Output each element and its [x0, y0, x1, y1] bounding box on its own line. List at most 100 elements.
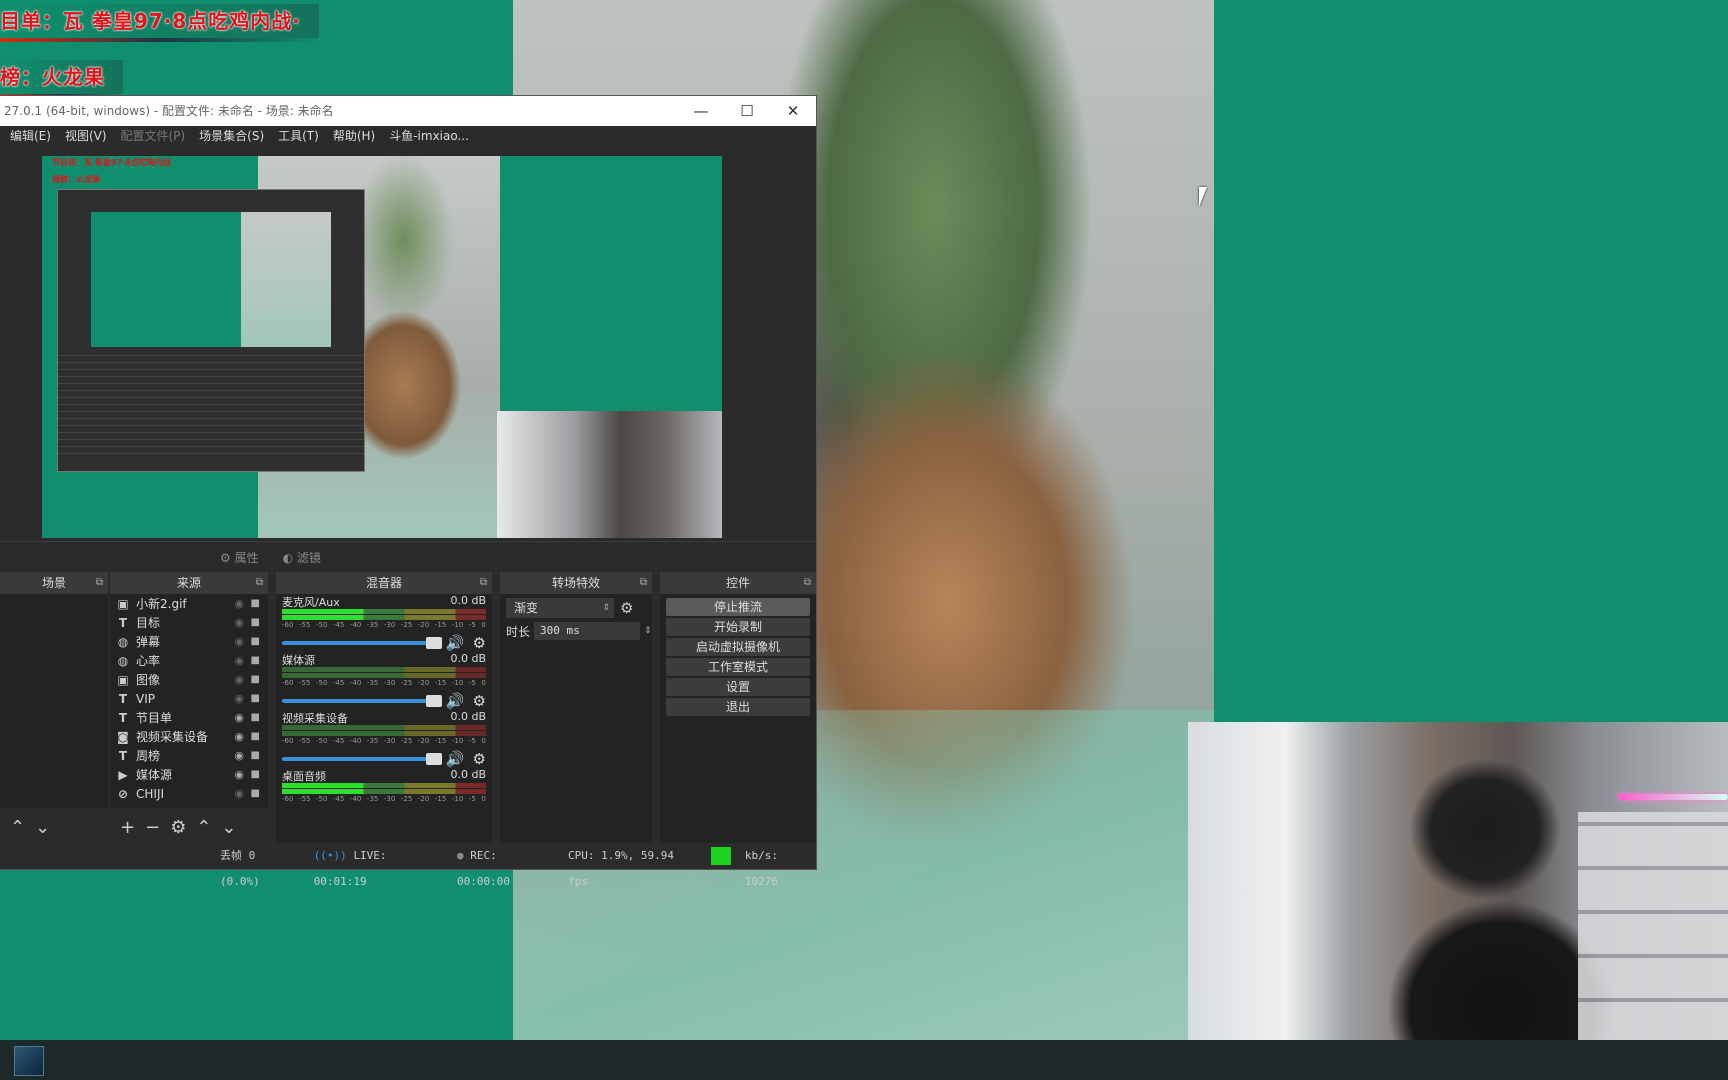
eye-off-icon[interactable]: ◉ [234, 692, 244, 705]
preview-area[interactable]: 节目单：瓦 拳皇97·8点吃鸡内战 周榜：火龙果 [0, 146, 816, 541]
lock-icon[interactable]: ■ [251, 769, 260, 780]
transition-select[interactable]: 渐变 ⇕ [506, 598, 614, 618]
transitions-title: 转场特效 [551, 576, 600, 590]
menu-help[interactable]: 帮助(H) [333, 126, 375, 146]
lock-icon[interactable]: ■ [251, 617, 260, 628]
scenes-footer: ⌃ ⌄ [0, 808, 108, 846]
eye-off-icon[interactable]: ◉ [234, 635, 244, 648]
source-item[interactable]: T 节目单 ◉ ■ [110, 708, 268, 727]
menu-edit[interactable]: 编辑(E) [10, 126, 51, 146]
gear-icon[interactable]: ⚙ [473, 634, 486, 652]
gear-icon[interactable]: ⚙ [170, 817, 186, 838]
lock-icon[interactable]: ■ [251, 598, 260, 609]
filters-button[interactable]: ◐ 滤镜 [283, 549, 321, 566]
speaker-icon[interactable]: 🔊 [446, 750, 465, 768]
preview-canvas[interactable]: 节目单：瓦 拳皇97·8点吃鸡内战 周榜：火龙果 [42, 156, 722, 538]
mixer-track: 桌面音频 0.0 dB -60 -55 -50 -45 -40 -35 -30 -25 -20 -1… [276, 768, 492, 808]
start-recording-button[interactable]: 开始录制 [666, 618, 810, 636]
dock-popout-icon[interactable]: ⧉ [804, 572, 811, 594]
obs-taskbar-icon[interactable] [14, 1046, 44, 1076]
move-up-icon[interactable]: ⌃ [10, 817, 25, 838]
menu-tools[interactable]: 工具(T) [278, 126, 319, 146]
gear-icon[interactable]: ⚙ [620, 599, 633, 617]
image-icon: ▣ [117, 672, 129, 687]
media-icon: ▶ [118, 767, 128, 782]
gear-icon[interactable]: ⚙ [473, 750, 486, 768]
text-icon: T [118, 615, 128, 630]
eye-icon[interactable]: ◉ [234, 749, 244, 762]
dock-popout-icon[interactable]: ⧉ [480, 572, 487, 594]
mouse-cursor-icon [1199, 187, 1207, 207]
lock-icon[interactable]: ■ [251, 674, 260, 685]
settings-button[interactable]: 设置 [666, 678, 810, 696]
source-toolbar: ⚙ 属性 ◐ 滤镜 [0, 541, 816, 572]
ranking-caption: 榜：火龙果 [0, 60, 123, 98]
move-down-icon[interactable]: ⌄ [221, 817, 236, 838]
menu-view[interactable]: 视图(V) [65, 126, 107, 146]
exit-button[interactable]: 退出 [666, 698, 810, 716]
slider-knob[interactable] [425, 695, 442, 707]
speaker-icon[interactable]: 🔊 [446, 634, 465, 652]
lock-icon[interactable]: ■ [251, 750, 260, 761]
source-item[interactable]: T 目标 ◉ ■ [110, 613, 268, 632]
dock-popout-icon[interactable]: ⧉ [256, 572, 263, 594]
sources-list[interactable]: ▣ 小新2.gif ◉ ■ T 目标 ◉ ■ ◍ 弹幕 ◉ ■ ◍ 心率 ◉ ■ ▣ 图像 ◉ ■ T VIP ◉… [110, 594, 268, 808]
lock-icon[interactable]: ■ [251, 655, 260, 666]
remove-source-icon[interactable]: − [145, 817, 160, 838]
source-item[interactable]: T 周榜 ◉ ■ [110, 746, 268, 765]
source-item[interactable]: ◍ 弹幕 ◉ ■ [110, 632, 268, 651]
lock-icon[interactable]: ■ [251, 636, 260, 647]
source-item[interactable]: ▣ 图像 ◉ ■ [110, 670, 268, 689]
slider-knob[interactable] [425, 753, 442, 765]
eye-off-icon[interactable]: ◉ [234, 597, 244, 610]
menu-scene-collection[interactable]: 场景集合(S) [199, 126, 264, 146]
eye-icon[interactable]: ◉ [234, 768, 244, 781]
studio-mode-button[interactable]: 工作室模式 [666, 658, 810, 676]
mixer-body: 麦克风/Aux 0.0 dB -60 -55 -50 -45 -40 -35 -30 -25 -2… [276, 594, 492, 846]
add-source-icon[interactable]: + [120, 817, 135, 838]
rec-dot-icon: ● [457, 849, 464, 862]
eye-off-icon[interactable]: ◉ [234, 654, 244, 667]
speaker-icon[interactable]: 🔊 [446, 692, 465, 710]
meter-scale: -60 -55 -50 -45 -40 -35 -30 -25 -20 -15 -10 -5 0 [282, 795, 486, 803]
source-item[interactable]: ◍ 心率 ◉ ■ [110, 651, 268, 670]
lock-icon[interactable]: ■ [251, 731, 260, 742]
lock-icon[interactable]: ■ [251, 693, 260, 704]
move-up-icon[interactable]: ⌃ [196, 817, 211, 838]
maximize-button[interactable]: ☐ [724, 96, 770, 126]
source-item[interactable]: ▣ 小新2.gif ◉ ■ [110, 594, 268, 613]
gear-icon[interactable]: ⚙ [473, 692, 486, 710]
dock-popout-icon[interactable]: ⧉ [96, 572, 103, 594]
source-item[interactable]: ▶ 媒体源 ◉ ■ [110, 765, 268, 784]
stop-streaming-button[interactable]: 停止推流 [666, 598, 810, 616]
eye-off-icon[interactable]: ◉ [234, 787, 244, 800]
volume-slider[interactable] [282, 753, 442, 765]
slider-knob[interactable] [425, 637, 442, 649]
properties-button[interactable]: ⚙ 属性 [220, 549, 259, 566]
lock-icon[interactable]: ■ [251, 712, 260, 723]
duration-input[interactable]: 300 ms [534, 622, 641, 640]
eye-icon[interactable]: ◉ [234, 711, 244, 724]
menu-profile[interactable]: 配置文件(P) [121, 126, 186, 146]
minimize-button[interactable]: — [678, 96, 724, 126]
eye-icon[interactable]: ◉ [234, 730, 244, 743]
source-item[interactable]: ⊘ CHIJI ◉ ■ [110, 784, 268, 803]
dock-popout-icon[interactable]: ⧉ [640, 572, 647, 594]
source-item[interactable]: ◙ 视频采集设备 ◉ ■ [110, 727, 268, 746]
move-down-icon[interactable]: ⌄ [35, 817, 50, 838]
taskbar [0, 1040, 1728, 1080]
obs-titlebar[interactable]: 27.0.1 (64-bit, windows) - 配置文件: 未命名 - 场… [0, 96, 816, 126]
eye-off-icon[interactable]: ◉ [234, 673, 244, 686]
scenes-list[interactable] [0, 594, 108, 808]
bitrate: kb/s: 10276 [744, 849, 779, 888]
volume-slider[interactable] [282, 695, 442, 707]
stepper-icon[interactable]: ⇕ [644, 626, 652, 636]
start-virtual-camera-button[interactable]: 启动虚拟摄像机 [666, 638, 810, 656]
group-icon: ⊘ [117, 786, 129, 801]
lock-icon[interactable]: ■ [251, 788, 260, 799]
source-item[interactable]: T VIP ◉ ■ [110, 689, 268, 708]
menu-douyu[interactable]: 斗鱼-imxiao... [389, 126, 469, 146]
close-button[interactable]: ✕ [770, 96, 816, 126]
volume-slider[interactable] [282, 637, 442, 649]
eye-off-icon[interactable]: ◉ [234, 616, 244, 629]
